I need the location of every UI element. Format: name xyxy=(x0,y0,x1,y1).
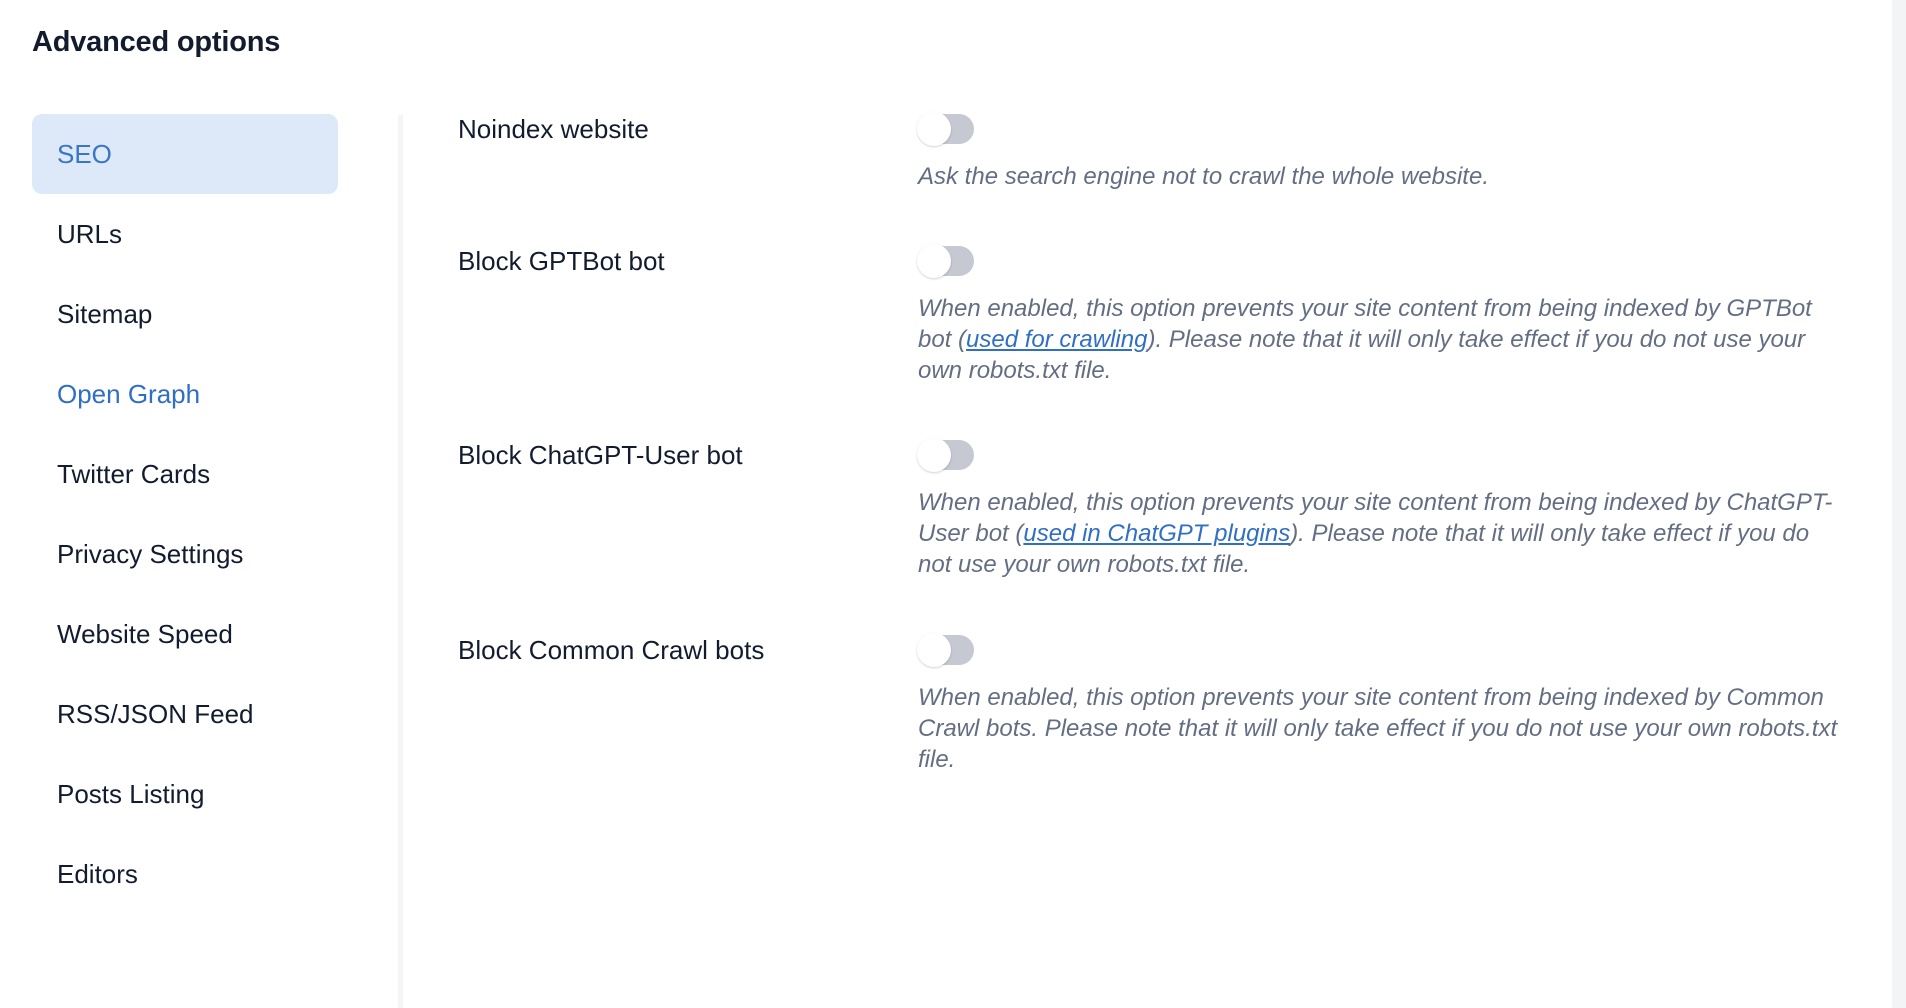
option-description: When enabled, this option prevents your … xyxy=(918,683,1838,776)
description-text: When enabled, this option prevents your … xyxy=(918,684,1838,773)
sidebar-item-label: SEO xyxy=(57,138,112,169)
sidebar-item-label: Editors xyxy=(57,858,138,889)
toggle-knob xyxy=(917,244,951,278)
sidebar-item-editors[interactable]: Editors xyxy=(32,834,338,914)
used-for-crawling-link[interactable]: used for crawling xyxy=(966,326,1147,353)
sidebar-item-label: Sitemap xyxy=(57,298,153,329)
option-row-block-chatgpt-user: Block ChatGPT-User bot When enabled, thi… xyxy=(458,438,1878,578)
option-label: Noindex website xyxy=(458,114,649,144)
page-scrollbar[interactable] xyxy=(1892,0,1906,1008)
page-title: Advanced options xyxy=(32,26,281,58)
option-description: Ask the search engine not to crawl the w… xyxy=(918,162,1838,193)
description-text: Ask the search engine not to crawl the w… xyxy=(918,163,1489,190)
noindex-website-toggle[interactable] xyxy=(917,112,974,146)
option-row-block-common-crawl: Block Common Crawl bots When enabled, th… xyxy=(458,633,1878,773)
option-label: Block GPTBot bot xyxy=(458,246,665,276)
option-control: Ask the search engine not to crawl the w… xyxy=(917,112,1838,193)
option-label: Block ChatGPT-User bot xyxy=(458,440,743,470)
option-label: Block Common Crawl bots xyxy=(458,635,765,665)
used-in-chatgpt-plugins-link[interactable]: used in ChatGPT plugins xyxy=(1023,520,1290,547)
option-control: When enabled, this option prevents your … xyxy=(917,633,1838,776)
option-description: When enabled, this option prevents your … xyxy=(918,488,1838,581)
sidebar-item-posts-listing[interactable]: Posts Listing xyxy=(32,754,338,834)
sidebar-item-website-speed[interactable]: Website Speed xyxy=(32,594,338,674)
option-description: When enabled, this option prevents your … xyxy=(918,294,1838,387)
sidebar-item-urls[interactable]: URLs xyxy=(32,194,338,274)
toggle-knob xyxy=(917,633,951,667)
advanced-options-panel: Advanced options SEO URLs Sitemap Open G… xyxy=(0,0,1906,1008)
option-control: When enabled, this option prevents your … xyxy=(917,438,1838,581)
sidebar-item-label: Posts Listing xyxy=(57,778,205,809)
toggle-knob xyxy=(917,112,951,146)
toggle-knob xyxy=(917,438,951,472)
option-control: When enabled, this option prevents your … xyxy=(917,244,1838,387)
block-common-crawl-toggle[interactable] xyxy=(917,633,974,667)
vertical-divider xyxy=(398,115,403,1008)
sidebar-item-label: Website Speed xyxy=(57,618,233,649)
sidebar-item-rss-json-feed[interactable]: RSS/JSON Feed xyxy=(32,674,338,754)
sidebar-item-privacy-settings[interactable]: Privacy Settings xyxy=(32,514,338,594)
settings-sidebar: SEO URLs Sitemap Open Graph Twitter Card… xyxy=(0,114,398,914)
sidebar-item-open-graph[interactable]: Open Graph xyxy=(32,354,338,434)
option-row-noindex-website: Noindex website Ask the search engine no… xyxy=(458,112,1878,190)
sidebar-item-sitemap[interactable]: Sitemap xyxy=(32,274,338,354)
block-chatgpt-user-toggle[interactable] xyxy=(917,438,974,472)
sidebar-item-label: Twitter Cards xyxy=(57,458,211,489)
sidebar-item-label: Privacy Settings xyxy=(57,538,244,569)
option-row-block-gptbot: Block GPTBot bot When enabled, this opti… xyxy=(458,244,1878,384)
sidebar-item-label: URLs xyxy=(57,218,123,249)
sidebar-item-label: RSS/JSON Feed xyxy=(57,698,254,729)
block-gptbot-toggle[interactable] xyxy=(917,244,974,278)
sidebar-item-label: Open Graph xyxy=(57,378,201,409)
sidebar-item-twitter-cards[interactable]: Twitter Cards xyxy=(32,434,338,514)
sidebar-item-seo[interactable]: SEO xyxy=(32,114,338,194)
